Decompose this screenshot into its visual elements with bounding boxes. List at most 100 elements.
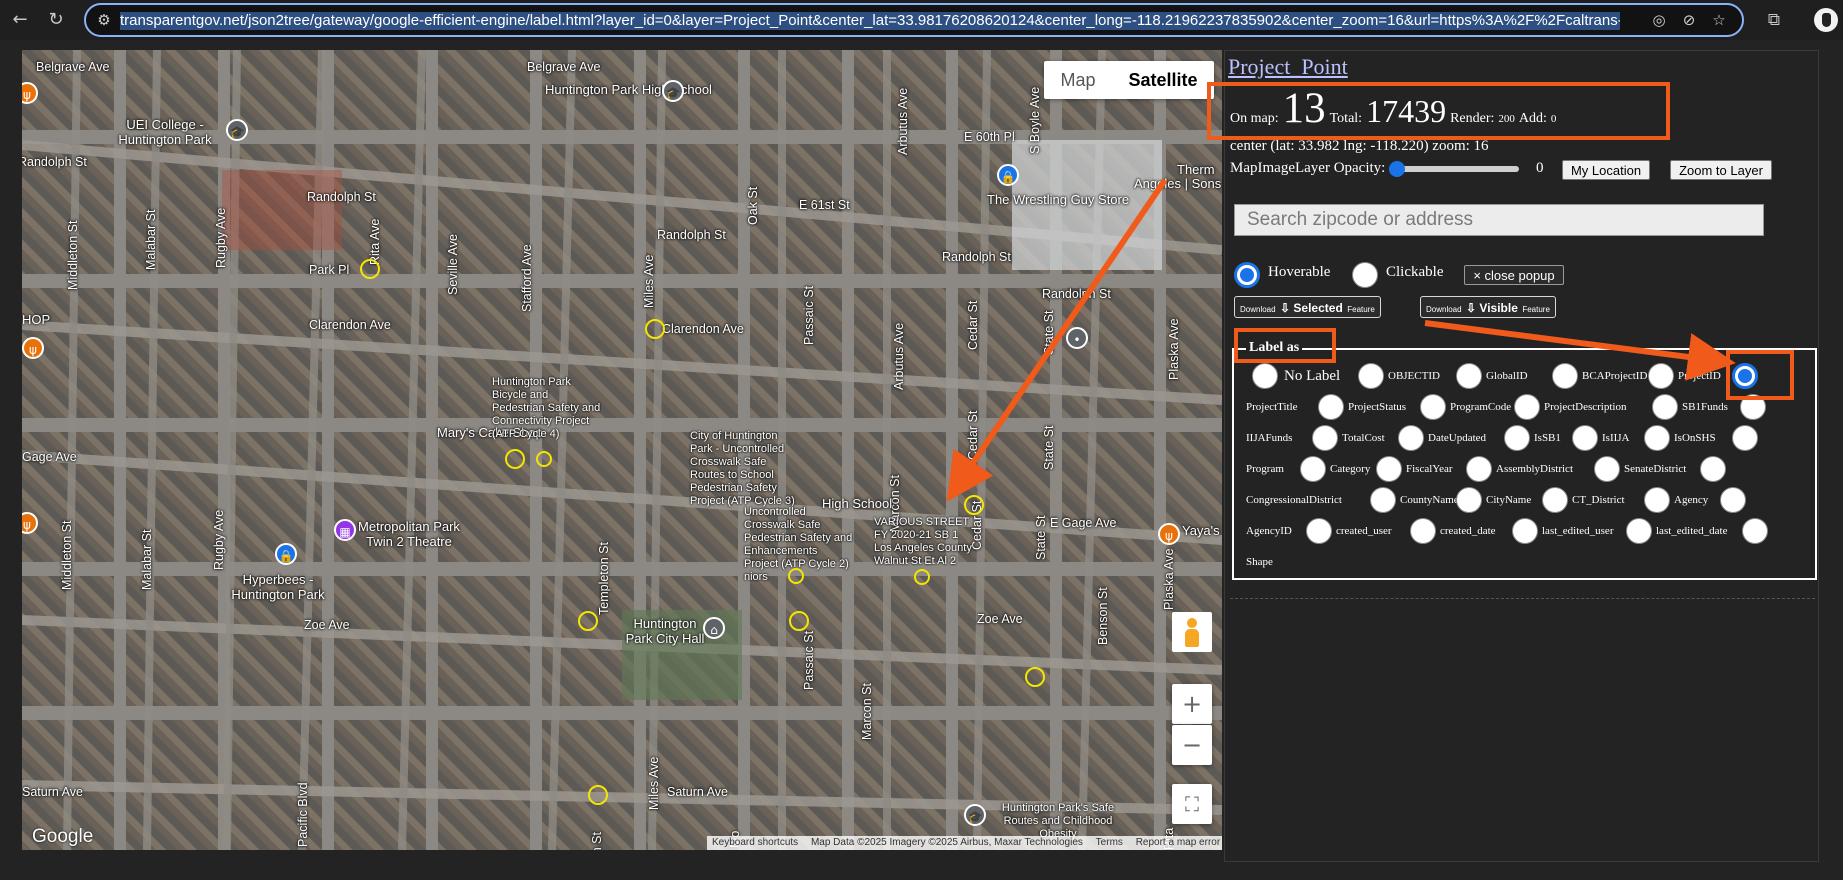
profile-avatar-icon[interactable]: [1814, 8, 1838, 32]
label-field-radio[interactable]: [1456, 363, 1482, 389]
label-field-option-label: Shape: [1246, 556, 1273, 568]
label-field-radio[interactable]: [1552, 363, 1578, 389]
label-field-radio[interactable]: [1652, 394, 1678, 420]
eye-off-icon[interactable]: ⊘: [1679, 10, 1699, 30]
my-location-button[interactable]: My Location: [1562, 160, 1650, 180]
bookmark-star-icon[interactable]: ☆: [1709, 10, 1729, 30]
label-field-radio[interactable]: [1358, 363, 1384, 389]
project-point[interactable]: [1025, 667, 1045, 687]
download-visible-button[interactable]: Download ⇩ Visible Feature: [1420, 296, 1556, 318]
label-field-radio[interactable]: [1312, 425, 1338, 451]
restaurant-icon[interactable]: ψ: [1158, 523, 1180, 545]
project-point[interactable]: [645, 319, 665, 339]
search-input[interactable]: Search zipcode or address: [1234, 204, 1764, 236]
street-label: Zoe Ave: [977, 612, 1023, 626]
keyboard-shortcuts-link[interactable]: Keyboard shortcuts: [707, 837, 803, 848]
label-field-radio[interactable]: [1376, 456, 1402, 482]
reload-icon[interactable]: ↻: [44, 8, 68, 32]
label-field-radio[interactable]: [1398, 425, 1424, 451]
label-field-radio[interactable]: [1466, 456, 1492, 482]
download-selected-button[interactable]: Download ⇩ Selected Feature: [1234, 296, 1381, 318]
label-field-radio[interactable]: [1542, 487, 1568, 513]
annotation-stats-box: [1207, 82, 1670, 140]
map-type-satellite-button[interactable]: Satellite: [1112, 61, 1214, 99]
street-label: Randolph St: [1042, 287, 1111, 301]
label-field-radio[interactable]: [1252, 363, 1278, 389]
project-point[interactable]: [788, 568, 804, 584]
street-label: Oak St: [746, 186, 760, 225]
label-field-option-label: CongressionalDistrict: [1246, 494, 1342, 506]
project-point[interactable]: [964, 495, 984, 515]
report-error-link[interactable]: Report a map error: [1131, 837, 1222, 848]
label-field-radio[interactable]: [1420, 394, 1446, 420]
map-type-map-button[interactable]: Map: [1044, 61, 1112, 99]
label-field-radio[interactable]: [1644, 487, 1670, 513]
label-field-radio[interactable]: [1318, 394, 1344, 420]
label-field-option-label: AssemblyDistrict: [1496, 463, 1573, 475]
city-hall-icon[interactable]: ⌂: [703, 617, 725, 639]
clickable-radio[interactable]: [1352, 262, 1378, 288]
close-popup-button[interactable]: × close popup: [1464, 265, 1564, 285]
label-field-radio[interactable]: [1504, 425, 1530, 451]
project-point[interactable]: [578, 611, 598, 631]
zoom-in-button[interactable]: +: [1172, 684, 1212, 724]
lens-icon[interactable]: ◎: [1649, 10, 1669, 30]
zoom-out-button[interactable]: −: [1172, 725, 1212, 765]
label-field-option-label: IsOnSHS: [1674, 432, 1716, 444]
layer-panel: Project_Point On map: 13 Total: 17439 Re…: [1224, 50, 1819, 862]
label-field-radio[interactable]: [1456, 487, 1482, 513]
project-point[interactable]: [360, 259, 380, 279]
site-info-icon[interactable]: ⚙: [94, 10, 114, 30]
label-field-option-label: ProjectID: [1678, 370, 1721, 382]
label-field-radio[interactable]: [1370, 487, 1396, 513]
label-field-radio[interactable]: [1572, 425, 1598, 451]
label-field-radio[interactable]: [1648, 363, 1674, 389]
label-field-radio[interactable]: [1732, 425, 1758, 451]
label-field-radio[interactable]: [1720, 487, 1746, 513]
restaurant-icon[interactable]: ψ: [22, 337, 44, 359]
label-field-radio[interactable]: [1644, 425, 1670, 451]
street-label: Miles Ave: [642, 254, 656, 308]
project-point[interactable]: [914, 569, 930, 585]
label-field-radio[interactable]: [1410, 518, 1436, 544]
address-bar[interactable]: ⚙ transparentgov.net/json2tree/gateway/g…: [84, 3, 1744, 37]
opacity-slider-thumb[interactable]: [1389, 161, 1405, 177]
school-icon[interactable]: 🎓: [226, 119, 248, 141]
label-field-option-label: ProjectDescription: [1544, 401, 1627, 413]
download-main: ⇩ Selected: [1280, 301, 1343, 315]
label-field-radio[interactable]: [1700, 456, 1726, 482]
label-field-radio[interactable]: [1514, 394, 1540, 420]
label-field-radio[interactable]: [1306, 518, 1332, 544]
layer-title-link[interactable]: Project_Point: [1228, 54, 1348, 80]
theater-icon[interactable]: ▦: [334, 519, 356, 541]
fullscreen-button[interactable]: ⛶: [1172, 784, 1212, 824]
satellite-map[interactable]: Belgrave Ave Belgrave Ave Randolph St Ra…: [22, 50, 1222, 850]
extensions-icon[interactable]: ⧉: [1762, 8, 1786, 32]
shopping-bag-icon[interactable]: 🔒: [997, 164, 1019, 186]
project-point[interactable]: [505, 449, 525, 469]
label-field-option-label: ProjectTitle: [1246, 401, 1298, 413]
label-field-radio[interactable]: [1300, 456, 1326, 482]
label-field-radio[interactable]: [1512, 518, 1538, 544]
street-label: E Gage Ave: [1050, 516, 1117, 530]
label-field-radio[interactable]: [1742, 518, 1768, 544]
place-icon[interactable]: •: [1066, 327, 1088, 349]
opacity-slider[interactable]: [1389, 161, 1519, 177]
project-point[interactable]: [789, 611, 809, 631]
label-field-option-label: Program: [1246, 463, 1284, 475]
hoverable-radio[interactable]: [1234, 262, 1260, 288]
shopping-bag-icon[interactable]: 🔒: [275, 543, 297, 565]
back-icon[interactable]: ←: [8, 8, 32, 32]
school-icon[interactable]: 🎓: [964, 804, 986, 826]
terms-link[interactable]: Terms: [1091, 837, 1128, 848]
zoom-to-layer-button[interactable]: Zoom to Layer: [1670, 160, 1772, 180]
label-field-radio[interactable]: [1594, 456, 1620, 482]
label-field-radio[interactable]: [1626, 518, 1652, 544]
school-icon[interactable]: 🎓: [662, 80, 684, 102]
street-view-pegman-icon[interactable]: [1172, 612, 1212, 652]
street-label: Plaska Ave: [1162, 548, 1176, 610]
project-point[interactable]: [536, 451, 552, 467]
project-point[interactable]: [588, 785, 608, 805]
url-text[interactable]: transparentgov.net/json2tree/gateway/goo…: [120, 12, 1620, 30]
street-label: Cedar St: [966, 300, 980, 350]
